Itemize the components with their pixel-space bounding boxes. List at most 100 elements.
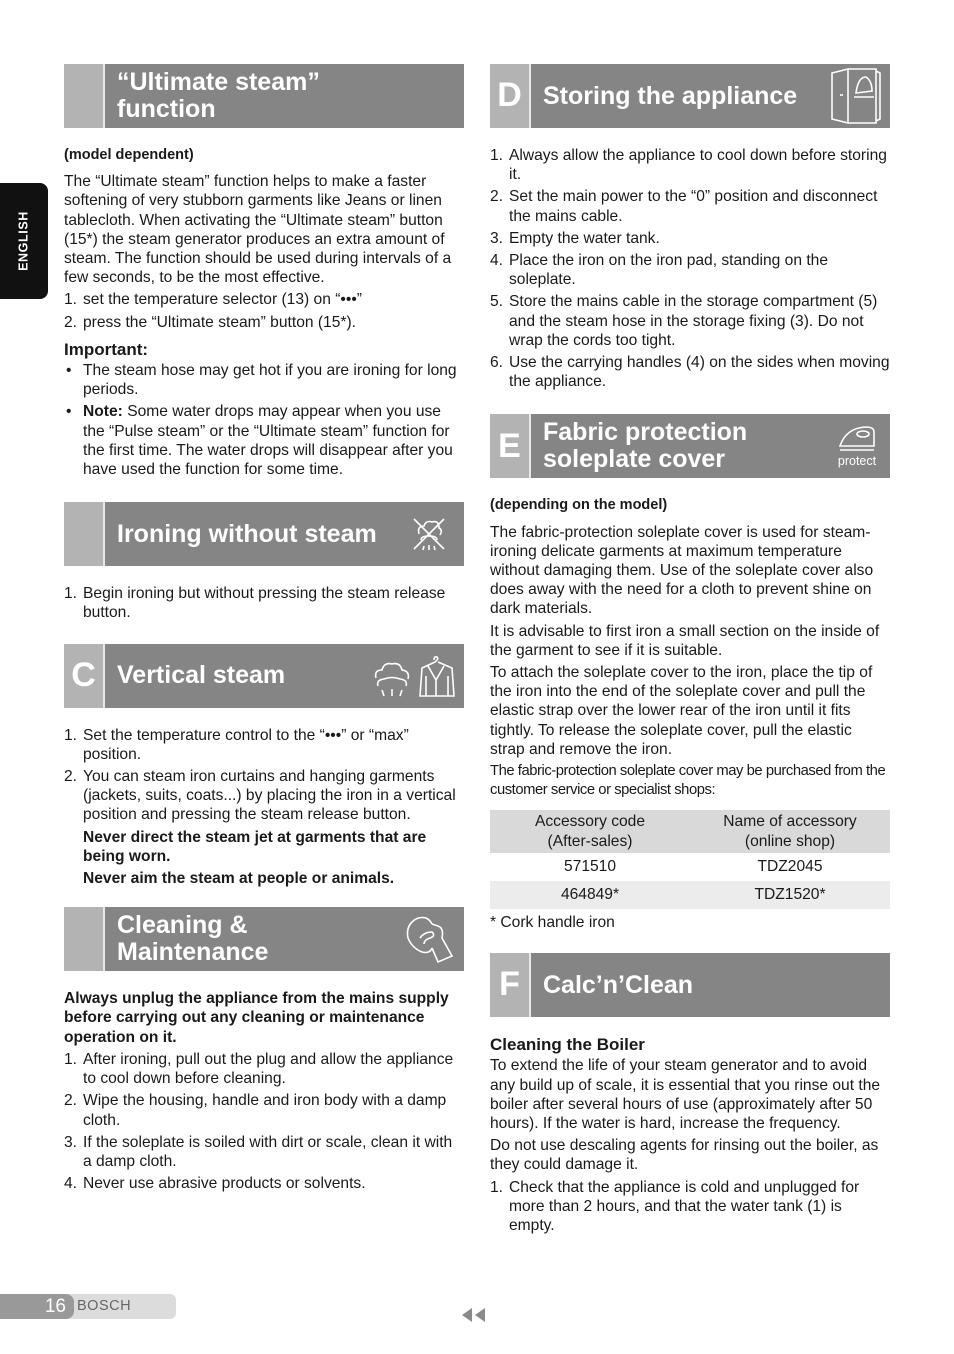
wiping-cloth-icon: [394, 907, 464, 971]
list-item: 3. Empty the water tank.: [490, 229, 890, 248]
left-column: “Ultimate steam” function (model dependen…: [64, 64, 464, 1196]
language-label: ENGLISH: [16, 211, 31, 271]
section-header-ultimate-steam: “Ultimate steam” function: [64, 64, 464, 128]
list-item: 2. Wipe the housing, handle and iron body…: [64, 1091, 464, 1129]
section-header-cleaning-maintenance: Cleaning & Maintenance: [64, 907, 464, 972]
intro-paragraph: The “Ultimate steam” function helps to m…: [64, 173, 452, 287]
subheading: Cleaning the Boiler: [490, 1035, 645, 1055]
header-line: (online shop): [744, 832, 836, 850]
item-number: 1.: [64, 291, 78, 309]
list-item: 2. press the “Ultimate steam” button (15*…: [64, 313, 464, 332]
arrow-left-icon: [475, 1308, 485, 1322]
item-number: 1.: [64, 726, 78, 744]
section-title: Vertical steam: [117, 661, 286, 690]
section-fabric-protection: E Fabric protection soleplate cover prote…: [490, 414, 890, 932]
title-line-1: “Ultimate steam”: [117, 68, 320, 96]
table-cell: 571510: [563, 858, 617, 876]
protect-label: protect: [837, 454, 877, 469]
paragraph: Do not use descaling agents for rinsing …: [490, 1137, 879, 1174]
item-text: Never use abrasive products or solvents.: [83, 1175, 366, 1193]
section-title: Storing the appliance: [543, 81, 798, 110]
table-cell: TDZ2045: [757, 858, 823, 876]
section-letter: D: [490, 64, 531, 128]
item-text: After ironing, pull out the plug and all…: [83, 1050, 454, 1088]
previous-page-arrows-icon[interactable]: [462, 1308, 485, 1322]
language-side-tab: ENGLISH: [0, 183, 48, 299]
section-ironing-without-steam: Ironing without steam 1. Begin ironing bu…: [64, 502, 464, 622]
warning-text: Never aim the steam at people or animals…: [83, 870, 395, 888]
section-ultimate-steam: “Ultimate steam” function (model dependen…: [64, 64, 464, 479]
no-steam-icon: [394, 502, 464, 566]
list-item: 3. If the soleplate is soiled with dirt …: [64, 1133, 464, 1171]
list-item: 5. Store the mains cable in the storage c…: [490, 292, 890, 350]
steps-list: 1. After ironing, pull out the plug and a…: [64, 1050, 464, 1193]
item-number: 3.: [64, 1133, 78, 1151]
important-heading: Important:: [64, 339, 149, 359]
item-text: Set the main power to the “0” position a…: [509, 188, 878, 225]
steps-list: 1. Check that the appliance is cold and u…: [490, 1178, 890, 1236]
warning-paragraph: Always unplug the appliance from the mai…: [64, 990, 449, 1046]
section-header-fabric-protection: E Fabric protection soleplate cover prote…: [490, 414, 890, 479]
item-number: 5.: [490, 293, 504, 311]
section-calc-n-clean: F Calc’n’Clean Cleaning the Boiler To ex…: [490, 953, 890, 1235]
section-letter: C: [64, 643, 105, 708]
item-number: 2.: [64, 313, 78, 331]
section-header-calc-n-clean: F Calc’n’Clean: [490, 953, 890, 1018]
item-text: press the “Ultimate steam” button (15*).: [83, 313, 356, 331]
section-letter: [64, 907, 105, 972]
table-header-cell: Name of accessory (online shop): [690, 810, 890, 852]
header-line: Accessory code: [534, 813, 646, 831]
list-item: 2. Set the main power to the “0” position…: [490, 187, 890, 225]
list-item: 1. Set the temperature control to the “••…: [64, 726, 464, 764]
paragraph: The fabric-protection soleplate cover is…: [490, 523, 874, 618]
subheading: (model dependent): [64, 147, 194, 163]
page-number: 16: [0, 1294, 74, 1319]
item-text: Always allow the appliance to cool down …: [509, 147, 887, 184]
item-number: 1.: [64, 1050, 78, 1068]
storage-cabinet-icon: [820, 64, 890, 128]
steps-list: 1. Set the temperature control to the “••…: [64, 726, 464, 825]
section-title: “Ultimate steam” function: [105, 64, 464, 128]
item-text: Set the temperature control to the “•••”…: [83, 726, 409, 763]
title-line-2: Maintenance: [117, 938, 269, 967]
right-column: D Storing the appliance 1. Always allow t…: [490, 64, 890, 1238]
section-title: Ironing without steam: [117, 519, 377, 548]
header-line: Name of accessory: [723, 813, 857, 831]
table-cell: 464849*: [560, 886, 620, 904]
header-line: (After-sales): [547, 832, 633, 850]
section-title: Cleaning & Maintenance: [105, 907, 394, 971]
item-number: 4.: [64, 1175, 78, 1193]
item-text: Place the iron on the iron pad, standing…: [509, 252, 829, 289]
list-item: • The steam hose may get hot if you are i…: [64, 361, 464, 399]
important-list: • The steam hose may get hot if you are i…: [64, 361, 464, 479]
paragraph: To attach the soleplate cover to the iro…: [490, 664, 873, 758]
section-header-vertical-steam: C Vertical steam: [64, 643, 464, 708]
note-label: Note:: [83, 403, 123, 421]
section-vertical-steam: C Vertical steam 1. Set the temperature c…: [64, 643, 464, 889]
arrow-left-icon: [462, 1308, 472, 1322]
paragraph: The fabric-protection soleplate cover ma…: [490, 763, 886, 799]
list-item: • Note: Some water drops may appear when …: [64, 402, 464, 479]
section-title: Fabric protection soleplate cover: [531, 414, 824, 478]
section-letter: [64, 502, 105, 567]
item-text: Wipe the housing, handle and iron body w…: [83, 1092, 447, 1129]
vertical-steam-garment-icon: [368, 644, 464, 708]
item-number: 1.: [490, 147, 504, 164]
item-text: Check that the appliance is cold and unp…: [509, 1178, 860, 1234]
note-text: Some water drops may appear when you use…: [83, 403, 453, 479]
list-item: 2. You can steam iron curtains and hangin…: [64, 767, 464, 825]
section-header-storing: D Storing the appliance: [490, 64, 890, 128]
brand-name: BOSCH: [77, 1298, 132, 1314]
item-number: 1.: [490, 1178, 504, 1196]
table-cell: TDZ1520*: [754, 886, 826, 904]
item-number: 2.: [64, 768, 78, 786]
section-header-ironing-without-steam: Ironing without steam: [64, 502, 464, 567]
accessory-table: Accessory code (After-sales) Name of acce…: [490, 810, 890, 909]
item-number: 4.: [490, 252, 504, 270]
item-number: 2.: [64, 1092, 78, 1110]
list-item: 1. Check that the appliance is cold and u…: [490, 1178, 890, 1236]
item-text: Empty the water tank.: [509, 229, 660, 247]
item-text: Use the carrying handles (4) on the side…: [509, 354, 890, 391]
subheading: (depending on the model): [490, 497, 668, 514]
section-title: Calc’n’Clean: [543, 970, 694, 999]
